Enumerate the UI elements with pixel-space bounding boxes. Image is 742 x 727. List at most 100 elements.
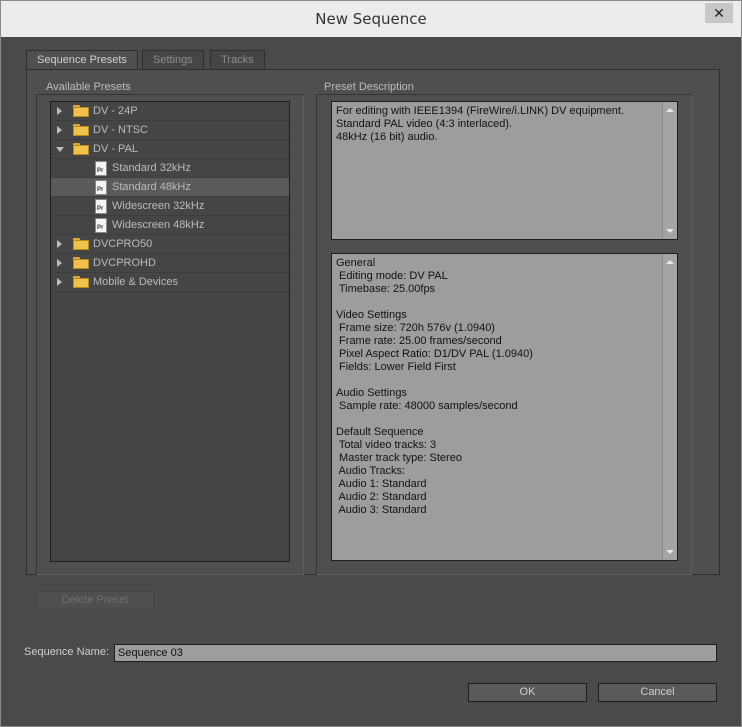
folder-icon bbox=[73, 276, 89, 288]
window-title: New Sequence bbox=[315, 10, 427, 28]
detail-line: Fields: Lower Field First bbox=[336, 361, 456, 373]
new-sequence-dialog: New Sequence ✕ Sequence Presets Settings… bbox=[0, 0, 742, 727]
expand-arrow-down-icon[interactable] bbox=[56, 147, 64, 152]
scroll-down-icon[interactable] bbox=[666, 229, 674, 233]
detail-line: Timebase: 25.00fps bbox=[336, 283, 436, 295]
empty-row bbox=[51, 482, 289, 501]
preset-folder-row[interactable]: DV - 24P bbox=[51, 102, 289, 121]
empty-row bbox=[51, 368, 289, 387]
empty-row bbox=[51, 539, 289, 558]
expand-arrow-right-icon[interactable] bbox=[57, 107, 62, 115]
summary-scrollbar[interactable] bbox=[662, 102, 677, 239]
preset-folder-row[interactable]: DV - PAL bbox=[51, 140, 289, 159]
file-icon-text: Pr bbox=[97, 206, 104, 212]
preset-summary-box[interactable]: For editing with IEEE1394 (FireWire/i.LI… bbox=[331, 101, 678, 240]
empty-row bbox=[51, 292, 289, 311]
preset-folder-label: DV - 24P bbox=[93, 105, 138, 117]
empty-row bbox=[51, 330, 289, 349]
title-bar: New Sequence ✕ bbox=[1, 1, 741, 37]
preset-item-label: Widescreen 32kHz bbox=[112, 200, 205, 212]
detail-line: Master track type: Stereo bbox=[336, 452, 462, 464]
empty-row bbox=[51, 311, 289, 330]
empty-row bbox=[51, 501, 289, 520]
summary-line: 48kHz (16 bit) audio. bbox=[336, 131, 438, 143]
cancel-button[interactable]: Cancel bbox=[598, 683, 717, 702]
detail-line: Pixel Aspect Ratio: D1/DV PAL (1.0940) bbox=[336, 348, 533, 360]
empty-row bbox=[51, 406, 289, 425]
preset-item-row[interactable]: Pr Standard 48kHz bbox=[51, 178, 289, 197]
preset-item-label: Standard 48kHz bbox=[112, 181, 191, 193]
preset-item-row[interactable]: Pr Widescreen 48kHz bbox=[51, 216, 289, 235]
preset-folder-row[interactable]: DVCPRO50 bbox=[51, 235, 289, 254]
scroll-up-icon[interactable] bbox=[666, 260, 674, 264]
file-icon-text: Pr bbox=[97, 168, 104, 174]
available-presets-label: Available Presets bbox=[43, 81, 134, 93]
preset-folder-row[interactable]: Mobile & Devices bbox=[51, 273, 289, 292]
preset-item-label: Widescreen 48kHz bbox=[112, 219, 205, 231]
detail-line: Audio Settings bbox=[336, 387, 407, 399]
detail-line: Audio 1: Standard bbox=[336, 478, 427, 490]
folder-icon bbox=[73, 105, 89, 117]
preset-folder-row[interactable]: DVCPROHD bbox=[51, 254, 289, 273]
folder-icon bbox=[73, 257, 89, 269]
preset-item-row[interactable]: Pr Widescreen 32kHz bbox=[51, 197, 289, 216]
preset-folder-label: Mobile & Devices bbox=[93, 276, 178, 288]
detail-line: Audio 3: Standard bbox=[336, 504, 427, 516]
folder-icon bbox=[73, 143, 89, 155]
detail-line: Frame rate: 25.00 frames/second bbox=[336, 335, 502, 347]
tab-tracks[interactable]: Tracks bbox=[210, 50, 265, 69]
expand-arrow-right-icon[interactable] bbox=[57, 126, 62, 134]
folder-icon bbox=[73, 238, 89, 250]
close-icon[interactable]: ✕ bbox=[705, 3, 733, 23]
tab-settings[interactable]: Settings bbox=[142, 50, 204, 69]
preset-folder-label: DVCPRO50 bbox=[93, 238, 153, 250]
detail-line: Audio Tracks: bbox=[336, 465, 406, 477]
delete-preset-button[interactable]: Delete Preset bbox=[36, 591, 154, 610]
expand-arrow-right-icon[interactable] bbox=[57, 278, 62, 286]
preset-item-label: Standard 32kHz bbox=[112, 162, 191, 174]
expand-arrow-right-icon[interactable] bbox=[57, 259, 62, 267]
preset-folder-label: DV - PAL bbox=[93, 143, 139, 155]
details-scrollbar[interactable] bbox=[662, 254, 677, 560]
preset-description-label: Preset Description bbox=[321, 81, 417, 93]
sequence-name-label: Sequence Name: bbox=[24, 646, 109, 658]
folder-icon bbox=[73, 124, 89, 136]
detail-line bbox=[336, 413, 673, 426]
premiere-preset-file-icon: Pr bbox=[95, 218, 107, 233]
sequence-name-input[interactable] bbox=[114, 644, 717, 662]
empty-row bbox=[51, 463, 289, 482]
tab-sequence-presets[interactable]: Sequence Presets bbox=[26, 50, 138, 70]
preset-folder-label: DVCPROHD bbox=[93, 257, 156, 269]
file-icon-text: Pr bbox=[97, 187, 104, 193]
preset-folder-row[interactable]: DV - NTSC bbox=[51, 121, 289, 140]
empty-row bbox=[51, 387, 289, 406]
detail-line: General bbox=[336, 257, 376, 269]
preset-item-row[interactable]: Pr Standard 32kHz bbox=[51, 159, 289, 178]
empty-row bbox=[51, 520, 289, 539]
scroll-down-icon[interactable] bbox=[666, 550, 674, 554]
empty-row bbox=[51, 444, 289, 463]
detail-line: Default Sequence bbox=[336, 426, 424, 438]
empty-row bbox=[51, 349, 289, 368]
expand-arrow-right-icon[interactable] bbox=[57, 240, 62, 248]
empty-row bbox=[51, 425, 289, 444]
file-icon-text: Pr bbox=[97, 225, 104, 231]
premiere-preset-file-icon: Pr bbox=[95, 180, 107, 195]
detail-line bbox=[336, 296, 673, 309]
detail-line bbox=[336, 374, 673, 387]
premiere-preset-file-icon: Pr bbox=[95, 199, 107, 214]
detail-line: Frame size: 720h 576v (1.0940) bbox=[336, 322, 495, 334]
preset-folder-label: DV - NTSC bbox=[93, 124, 148, 136]
preset-details-box[interactable]: General Editing mode: DV PAL Timebase: 2… bbox=[331, 253, 678, 561]
ok-button[interactable]: OK bbox=[468, 683, 587, 702]
summary-line: For editing with IEEE1394 (FireWire/i.LI… bbox=[336, 105, 624, 117]
summary-line: Standard PAL video (4:3 interlaced). bbox=[336, 118, 513, 130]
detail-line: Audio 2: Standard bbox=[336, 491, 427, 503]
detail-line: Editing mode: DV PAL bbox=[336, 270, 448, 282]
scroll-up-icon[interactable] bbox=[666, 108, 674, 112]
premiere-preset-file-icon: Pr bbox=[95, 161, 107, 176]
presets-tree[interactable]: DV - 24P DV - NTSC DV - PAL Pr Standard 32kH… bbox=[50, 101, 290, 562]
detail-line: Sample rate: 48000 samples/second bbox=[336, 400, 518, 412]
detail-line: Total video tracks: 3 bbox=[336, 439, 437, 451]
detail-line: Video Settings bbox=[336, 309, 407, 321]
